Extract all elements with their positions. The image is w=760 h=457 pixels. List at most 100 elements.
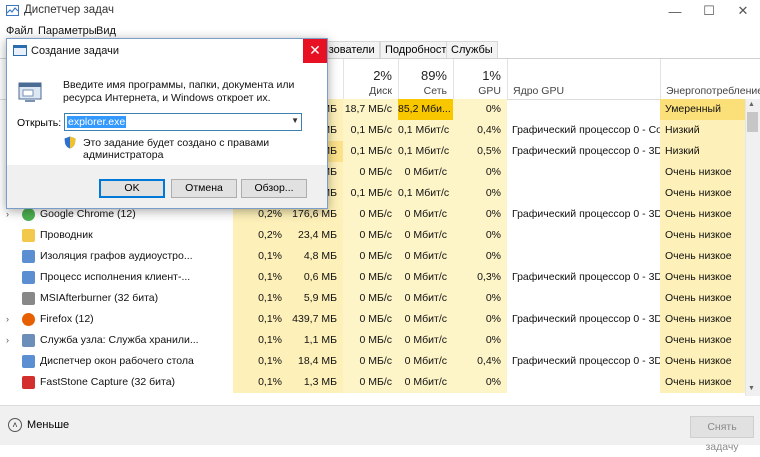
gpu-cell: 0,3% — [453, 267, 507, 288]
network-cell: 0 Мбит/с — [398, 330, 453, 351]
memory-cell: 1,3 МБ — [288, 372, 343, 393]
close-button[interactable]: ✕ — [726, 0, 760, 22]
power-cell: Очень низкое — [660, 330, 745, 351]
memory-cell: 1,1 МБ — [288, 330, 343, 351]
chevron-down-icon[interactable]: ▼ — [291, 116, 299, 125]
network-label: Сеть — [423, 85, 447, 97]
col-disk[interactable]: 2% Диск — [343, 59, 399, 99]
dialog-footer: OK Отмена Обзор... — [7, 165, 327, 208]
scroll-down-icon[interactable]: ▼ — [748, 385, 755, 392]
chevron-up-icon[interactable]: ˄ — [8, 418, 22, 432]
end-task-button[interactable]: Снять задачу — [690, 416, 754, 453]
run-program-icon — [18, 82, 42, 102]
col-network[interactable]: 89% Сеть — [398, 59, 454, 99]
col-power[interactable]: Энергопотребление — [660, 59, 760, 99]
menu-view[interactable]: Вид — [96, 25, 116, 37]
menu-file[interactable]: Файл — [6, 25, 33, 37]
col-gpu[interactable]: 1% GPU — [453, 59, 508, 99]
vertical-scrollbar[interactable] — [745, 99, 760, 396]
chevron-right-icon[interactable]: › — [6, 309, 9, 330]
cpu-cell: 0,1% — [233, 288, 288, 309]
table-row[interactable]: Проводник 0,2% 23,4 МБ 0 МБ/с 0 Мбит/с 0% Очен… — [0, 225, 745, 246]
gpu-cell: 0% — [453, 225, 507, 246]
power-cell: Очень низкое — [660, 267, 745, 288]
memory-cell: 5,9 МБ — [288, 288, 343, 309]
gpu-cell: 0% — [453, 183, 507, 204]
disk-cell: 0 МБ/с — [343, 309, 398, 330]
admin-note: Это задание будет создано с правами адми… — [83, 137, 270, 161]
gpu-cell: 0% — [453, 204, 507, 225]
process-name-cell: Проводник — [0, 225, 233, 246]
scroll-thumb[interactable] — [747, 112, 758, 132]
network-cell: 0,1 Мбит/с — [398, 120, 453, 141]
disk-label: Диск — [369, 85, 392, 97]
table-row[interactable]: Процесс исполнения клиент-... 0,1% 0,6 МБ 0… — [0, 267, 745, 288]
memory-cell: 0,6 МБ — [288, 267, 343, 288]
network-cell: 0 Мбит/с — [398, 267, 453, 288]
gpu-engine-cell: Графический процессор 0 - 3D — [512, 271, 660, 283]
table-row[interactable]: › Служба узла: Служба хранили... 0,1% 1,1 М… — [0, 330, 745, 351]
tab-services[interactable]: Службы — [446, 41, 498, 58]
table-row[interactable]: Диспетчер окон рабочего стола 0,1% 18,4 МБ… — [0, 351, 745, 372]
open-input-value[interactable]: explorer.exe — [67, 116, 127, 128]
process-name: Изоляция графов аудиоустро... — [40, 250, 193, 262]
chevron-right-icon[interactable]: › — [6, 330, 9, 351]
dialog-close-button[interactable]: ✕ — [303, 39, 327, 63]
power-cell: Очень низкое — [660, 288, 745, 309]
chrome-icon — [22, 208, 35, 221]
browse-button[interactable]: Обзор... — [241, 179, 307, 198]
process-name: Диспетчер окон рабочего стола — [40, 355, 194, 367]
table-row[interactable]: Изоляция графов аудиоустро... 0,1% 4,8 МБ 0… — [0, 246, 745, 267]
process-name: Проводник — [40, 229, 93, 241]
process-name-cell: › Firefox (12) — [0, 309, 233, 330]
power-cell: Очень низкое — [660, 246, 745, 267]
memory-cell: 439,7 МБ — [288, 309, 343, 330]
disk-cell: 0,1 МБ/с — [343, 141, 398, 162]
disk-cell: 0,1 МБ/с — [343, 183, 398, 204]
window-title: Диспетчер задач — [24, 4, 114, 16]
app-window-icon — [22, 250, 35, 263]
process-name: Firefox (12) — [40, 313, 94, 325]
maximize-button[interactable]: ☐ — [692, 0, 726, 22]
gpu-cell: 0% — [453, 309, 507, 330]
gpu-engine-label: Ядро GPU — [513, 85, 565, 97]
open-combobox[interactable]: explorer.exe ▼ — [64, 113, 302, 131]
disk-cell: 0 МБ/с — [343, 351, 398, 372]
power-cell: Очень низкое — [660, 204, 745, 225]
disk-cell: 0 МБ/с — [343, 288, 398, 309]
gpu-engine-cell: Графический процессор 0 - 3D — [512, 355, 660, 367]
gpu-engine-cell — [507, 99, 660, 120]
network-cell: 0 Мбит/с — [398, 246, 453, 267]
ok-button[interactable]: OK — [99, 179, 165, 198]
cpu-cell: 0,1% — [233, 246, 288, 267]
cpu-cell: 0,2% — [233, 225, 288, 246]
cpu-cell: 0,1% — [233, 309, 288, 330]
cpu-cell: 0,1% — [233, 267, 288, 288]
gpu-cell: 0% — [453, 162, 507, 183]
menu-options[interactable]: Параметры — [38, 25, 97, 37]
gpu-engine-cell — [507, 246, 660, 267]
gpu-engine-cell: Графический процессор 0 - Copy — [512, 124, 660, 136]
network-cell: 0 Мбит/с — [398, 351, 453, 372]
open-label: Открыть: — [17, 117, 62, 129]
minimize-button[interactable]: — — [658, 0, 692, 22]
scroll-up-icon[interactable]: ▲ — [748, 101, 755, 108]
network-cell: 0,1 Мбит/с — [398, 141, 453, 162]
fewer-details-link[interactable]: Меньше — [27, 419, 69, 431]
disk-cell: 0 МБ/с — [343, 267, 398, 288]
network-cell: 0,1 Мбит/с — [398, 183, 453, 204]
disk-cell: 0 МБ/с — [343, 246, 398, 267]
table-row[interactable]: FastStone Capture (32 бита) 0,1% 1,3 МБ 0 М… — [0, 372, 745, 393]
process-name-cell: Процесс исполнения клиент-... — [0, 267, 233, 288]
power-cell: Очень низкое — [660, 162, 745, 183]
cancel-button[interactable]: Отмена — [171, 179, 237, 198]
power-cell: Очень низкое — [660, 183, 745, 204]
process-name: Процесс исполнения клиент-... — [40, 271, 191, 283]
table-row[interactable]: MSIAfterburner (32 бита) 0,1% 5,9 МБ 0 МБ/с… — [0, 288, 745, 309]
network-cell: 0 Мбит/с — [398, 288, 453, 309]
table-row[interactable]: › Firefox (12) 0,1% 439,7 МБ 0 МБ/с 0 Мбит/с 0… — [0, 309, 745, 330]
col-gpu-engine[interactable]: Ядро GPU — [507, 59, 661, 99]
gpu-engine-cell: Графический процессор 0 - 3D — [512, 145, 660, 157]
gpu-cell: 0% — [453, 99, 507, 120]
process-name: FastStone Capture (32 бита) — [40, 376, 176, 388]
